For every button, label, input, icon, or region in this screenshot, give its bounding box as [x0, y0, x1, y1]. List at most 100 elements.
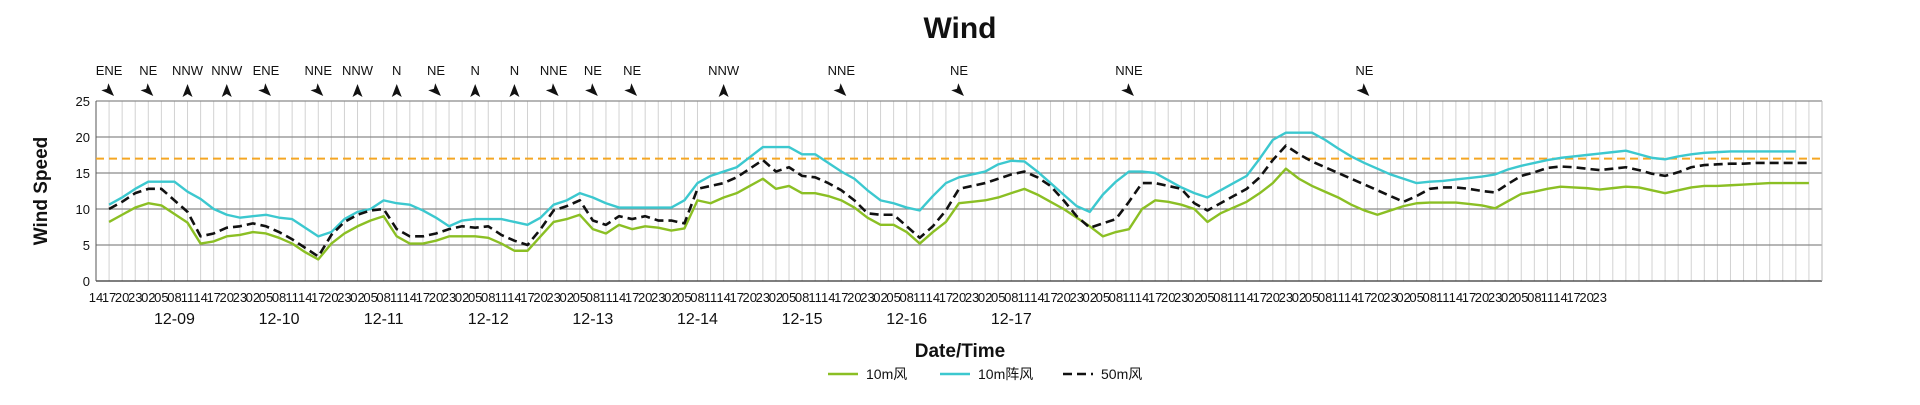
x-tick-label: 08 — [167, 290, 181, 305]
arrow-head — [140, 83, 154, 96]
arrow-head — [221, 84, 232, 97]
date-label: 12-13 — [572, 311, 613, 328]
x-tick-label: 08 — [1527, 290, 1541, 305]
x-tick-label: 11 — [913, 290, 927, 305]
x-tick-label: 08 — [1318, 290, 1332, 305]
date-label: 12-11 — [364, 311, 404, 328]
legend: 10m风 10m阵风 50m风 — [828, 366, 1142, 382]
y-tick-label: 20 — [76, 130, 90, 145]
wind-direction-label: NNE — [828, 63, 856, 78]
x-tick-label: 11 — [285, 290, 299, 305]
x-tick-label: 11 — [1436, 290, 1450, 305]
x-tick-label: 08 — [795, 290, 809, 305]
wind-direction-label: ENE — [253, 63, 280, 78]
wind-arrow-icon — [182, 84, 193, 97]
x-tick-label: 08 — [376, 290, 390, 305]
wind-arrow-icon — [258, 83, 271, 96]
wind-direction-label: NNE — [540, 63, 568, 78]
wind-direction-label: NE — [950, 63, 968, 78]
legend-label-1: 10m阵风 — [978, 366, 1033, 382]
wind-direction-label: NE — [1355, 63, 1373, 78]
arrow-head — [833, 83, 847, 96]
date-label: 12-09 — [154, 311, 195, 328]
wind-arrow-icon — [509, 84, 520, 97]
arrow-head — [718, 84, 729, 97]
arrow-head — [258, 83, 271, 96]
arrow-head — [428, 83, 441, 96]
wind-arrow-icon — [101, 83, 115, 96]
wind-direction-label: NNW — [172, 63, 204, 78]
x-tick-label: 11 — [1122, 290, 1136, 305]
wind-direction-label: NE — [623, 63, 641, 78]
wind-direction-label: N — [392, 63, 401, 78]
x-tick-label: 11 — [495, 290, 509, 305]
wind-direction-label: NE — [139, 63, 157, 78]
date-label: 12-12 — [468, 311, 509, 328]
wind-arrow-icon — [833, 83, 847, 96]
x-axis-title: Date/Time — [915, 341, 1005, 362]
date-label: 12-16 — [886, 311, 927, 328]
arrow-head — [509, 84, 520, 97]
wind-arrow-icon — [391, 84, 402, 97]
arrow-head — [545, 83, 559, 96]
wind-arrow-icon — [428, 83, 441, 96]
arrow-head — [310, 83, 324, 96]
x-tick-label: 08 — [272, 290, 286, 305]
date-label: 12-10 — [259, 311, 300, 328]
x-tick-label: 11 — [599, 290, 613, 305]
x-tick-label: 08 — [1004, 290, 1018, 305]
legend-label-0: 10m风 — [866, 366, 907, 382]
date-label: 12-15 — [782, 311, 823, 328]
arrow-head — [470, 84, 481, 97]
y-tick-label: 15 — [76, 166, 90, 181]
y-tick-label: 25 — [76, 94, 90, 109]
x-tick-label: 23 — [1592, 290, 1606, 305]
x-tick-label: 08 — [1213, 290, 1227, 305]
date-label: 12-14 — [677, 311, 718, 328]
wind-arrow-icon — [140, 83, 154, 96]
wind-direction-label: N — [471, 63, 480, 78]
wind-direction-label: N — [510, 63, 519, 78]
wind-arrow-icon — [1356, 83, 1370, 96]
x-tick-label: 11 — [808, 290, 822, 305]
wind-chart-svg: Wind 051015202514172023020508 11 141720230… — [31, 12, 1823, 382]
arrow-head — [182, 84, 193, 97]
wind-arrow-icon — [545, 83, 559, 96]
arrow-head — [352, 84, 363, 97]
date-label: 12-17 — [991, 311, 1032, 328]
x-tick-label: 11 — [181, 290, 195, 305]
x-tick-label: 08 — [1422, 290, 1436, 305]
arrow-head — [1121, 83, 1134, 96]
wind-direction-label: NNW — [342, 63, 374, 78]
series-line-1 — [108, 131, 1796, 238]
wind-direction-label: NNW — [708, 63, 740, 78]
x-tick-label: 08 — [586, 290, 600, 305]
x-tick-label: 11 — [1018, 290, 1032, 305]
x-tick-label: 11 — [1541, 290, 1555, 305]
y-tick-label: 10 — [76, 202, 90, 217]
wind-arrow-icon — [221, 84, 232, 97]
arrow-head — [101, 83, 115, 96]
wind-direction-label: NNE — [305, 63, 333, 78]
legend-label-2: 50m风 — [1101, 366, 1142, 382]
wind-arrow-icon — [1121, 83, 1134, 96]
wind-direction-label: ENE — [96, 63, 123, 78]
wind-arrow-icon — [951, 83, 964, 96]
wind-direction-label: NE — [427, 63, 445, 78]
wind-chart: Wind 0 5 10 15 20 25 14 17 20 23 02 05 08 11 14 17 20 23 0… — [0, 0, 1920, 400]
wind-arrow-icon — [470, 84, 481, 97]
wind-arrow-icon — [352, 84, 363, 97]
x-tick-label: 11 — [1331, 290, 1345, 305]
chart-title: Wind — [923, 12, 996, 45]
arrow-head — [391, 84, 402, 97]
wind-arrow-icon — [585, 83, 598, 96]
x-tick-label: 08 — [1109, 290, 1123, 305]
x-tick-label: 08 — [481, 290, 495, 305]
arrow-head — [624, 83, 638, 96]
x-tick-label: 11 — [390, 290, 404, 305]
wind-arrow-icon — [310, 83, 324, 96]
x-tick-label: 08 — [690, 290, 704, 305]
wind-arrow-icon — [624, 83, 638, 96]
y-tick-label: 0 — [83, 274, 90, 289]
wind-direction-label: NE — [584, 63, 602, 78]
